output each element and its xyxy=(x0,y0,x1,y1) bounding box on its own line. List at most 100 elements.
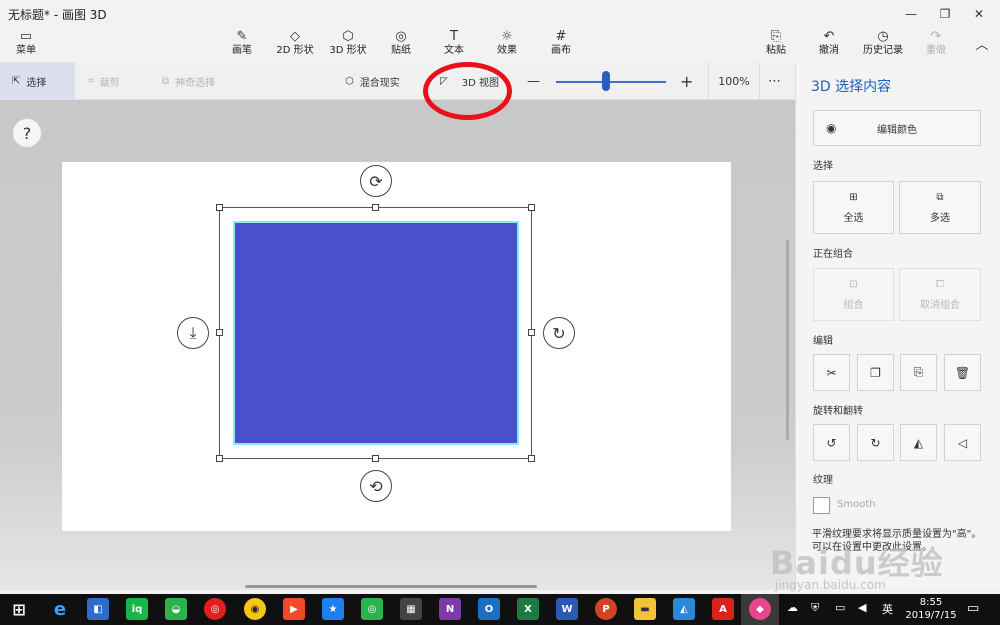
photos-app-icon[interactable]: ◭ xyxy=(673,598,695,620)
rotate-z-handle[interactable]: ⟳ xyxy=(360,165,392,197)
trash-icon: 🗑 xyxy=(954,365,971,380)
video-app-icon[interactable]: ▶ xyxy=(283,598,305,620)
select-all-label: 全选 xyxy=(843,212,864,224)
resize-handle-bottom[interactable] xyxy=(372,455,379,462)
store-icon[interactable]: ◧ xyxy=(87,598,109,620)
notifications-icon[interactable]: ▭ xyxy=(967,601,979,616)
edit-color-button[interactable]: ◉ 编辑颜色 xyxy=(813,110,981,146)
tool-brushes[interactable]: ✎ 画笔 xyxy=(216,28,268,62)
effects-icon: ☼ xyxy=(501,29,513,44)
volume-icon[interactable]: ◀ xyxy=(858,601,866,614)
word-icon[interactable]: W xyxy=(556,598,578,620)
resize-handle-top-left[interactable] xyxy=(216,204,223,211)
undo-icon: ↶ xyxy=(823,29,835,44)
2d-shapes-icon: ◇ xyxy=(290,29,300,44)
resize-handle-top[interactable] xyxy=(372,204,379,211)
resize-handle-bottom-left[interactable] xyxy=(216,455,223,462)
file-explorer-icon[interactable]: ▬ xyxy=(634,598,656,620)
multi-select-button[interactable]: ⧉ 多选 xyxy=(899,181,981,234)
rotate-left-button[interactable]: ↺ xyxy=(813,424,850,461)
resize-handle-left[interactable] xyxy=(216,329,223,336)
multi-select-icon: ⧉ xyxy=(936,191,944,203)
resize-handle-top-right[interactable] xyxy=(528,204,535,211)
restore-button[interactable]: ❐ xyxy=(928,0,962,28)
close-button[interactable]: ✕ xyxy=(962,0,996,28)
tool-effects[interactable]: ☼ 效果 xyxy=(481,28,533,62)
mixed-reality-button[interactable]: ⬡ 混合现实 xyxy=(345,62,400,100)
group-button[interactable]: ⊡ 组合 xyxy=(813,268,894,321)
flip-horizontal-button[interactable]: ◭ xyxy=(900,424,937,461)
rotate-x-handle[interactable]: ↻ xyxy=(543,317,575,349)
help-button[interactable]: ? xyxy=(12,118,42,148)
wechat-work-icon[interactable]: ◒ xyxy=(165,598,187,620)
calculator-icon[interactable]: ▦ xyxy=(400,598,422,620)
zoom-out-button[interactable]: — xyxy=(527,62,540,100)
edge-icon[interactable]: e xyxy=(49,598,71,620)
wechat-icon[interactable]: ◎ xyxy=(361,598,383,620)
resize-handle-right[interactable] xyxy=(528,329,535,336)
paste-label: 粘贴 xyxy=(766,45,786,56)
tool-2d-shapes[interactable]: ◇ 2D 形状 xyxy=(269,28,321,62)
excel-icon[interactable]: X xyxy=(517,598,539,620)
3d-rectangle-object[interactable] xyxy=(233,221,519,445)
depth-handle[interactable]: ⤓ xyxy=(177,317,209,349)
zoom-in-button[interactable]: + xyxy=(680,62,693,100)
select-tool-button[interactable]: ⇱ 选择 xyxy=(0,62,75,100)
copy-button[interactable]: ❐ xyxy=(857,354,894,391)
outlook-icon[interactable]: O xyxy=(478,598,500,620)
tool-label: 画布 xyxy=(551,45,571,56)
paint-3d-icon[interactable]: ◆ xyxy=(749,598,771,620)
rotate-right-button[interactable]: ↻ xyxy=(857,424,894,461)
tool-3d-shapes[interactable]: ⬡ 3D 形状 xyxy=(322,28,374,62)
undo-button[interactable]: ↶ 撤消 xyxy=(803,28,855,62)
chevron-up-icon: ︿ xyxy=(975,37,989,53)
onedrive-icon[interactable]: ☁ xyxy=(787,601,798,614)
flip-vertical-button[interactable]: ◁ xyxy=(944,424,981,461)
favorites-app-icon[interactable]: ★ xyxy=(322,598,344,620)
menu-button[interactable]: ▭ 菜单 xyxy=(0,28,52,62)
onenote-icon[interactable]: N xyxy=(439,598,461,620)
zoom-slider-thumb[interactable] xyxy=(601,71,610,91)
multi-select-label: 多选 xyxy=(930,212,950,224)
paste-button[interactable]: ⎘ 粘贴 xyxy=(750,28,802,62)
select-label: 选择 xyxy=(26,77,47,89)
zoom-slider-track[interactable] xyxy=(556,81,666,83)
history-button[interactable]: ◷ 历史记录 xyxy=(857,28,909,62)
battery-icon[interactable]: ▭ xyxy=(835,601,845,614)
magic-select-button[interactable]: ⧉ 神奇选择 xyxy=(162,62,215,100)
collapse-ribbon-button[interactable]: ︿ xyxy=(956,28,1000,62)
tool-canvas[interactable]: # 画布 xyxy=(535,28,587,62)
horizontal-scrollbar[interactable] xyxy=(245,585,537,588)
clock[interactable]: 8:55 2019/7/15 xyxy=(903,596,959,622)
vertical-scrollbar[interactable] xyxy=(786,240,789,440)
resize-handle-bottom-right[interactable] xyxy=(528,455,535,462)
flip-vertical-icon: ◁ xyxy=(957,435,968,450)
powerpoint-icon[interactable]: P xyxy=(595,598,617,620)
menu-label: 菜单 xyxy=(16,45,36,56)
tool-stickers[interactable]: ◎ 贴纸 xyxy=(375,28,427,62)
delete-button[interactable]: 🗑 xyxy=(944,354,981,391)
watermark-url: jingyan.baidu.com xyxy=(775,578,886,592)
cut-button[interactable]: ✂ xyxy=(813,354,850,391)
zoom-level[interactable]: 100% xyxy=(708,62,760,100)
smooth-checkbox[interactable] xyxy=(813,497,830,514)
select-all-button[interactable]: ⊞ 全选 xyxy=(813,181,894,234)
more-options-button[interactable]: ⋯ xyxy=(768,62,781,100)
windows-start-icon[interactable]: ⊞ xyxy=(8,598,30,620)
view-3d-button[interactable]: ◸ 3D 视图 xyxy=(440,62,499,100)
input-language[interactable]: 英 xyxy=(882,601,893,617)
iqiyi-icon[interactable]: iq xyxy=(126,598,148,620)
pdf-reader-icon[interactable]: A xyxy=(712,598,734,620)
crop-button[interactable]: ⌗ 裁剪 xyxy=(88,62,120,100)
defender-icon[interactable]: ⛨ xyxy=(811,601,819,615)
minimize-button[interactable]: — xyxy=(894,0,928,28)
ungroup-button[interactable]: ⧠ 取消组合 xyxy=(899,268,981,321)
copy-icon: ❐ xyxy=(870,365,881,380)
paste-panel-button[interactable]: ⎘ xyxy=(900,354,937,391)
netease-music-icon[interactable]: ◎ xyxy=(204,598,226,620)
rotate-y-handle[interactable]: ⟲ xyxy=(360,470,392,502)
tool-text[interactable]: T 文本 xyxy=(428,28,480,62)
redo-button[interactable]: ↷ 重做 xyxy=(910,28,962,62)
tool-label: 2D 形状 xyxy=(276,45,314,56)
browser-icon[interactable]: ◉ xyxy=(244,598,266,620)
